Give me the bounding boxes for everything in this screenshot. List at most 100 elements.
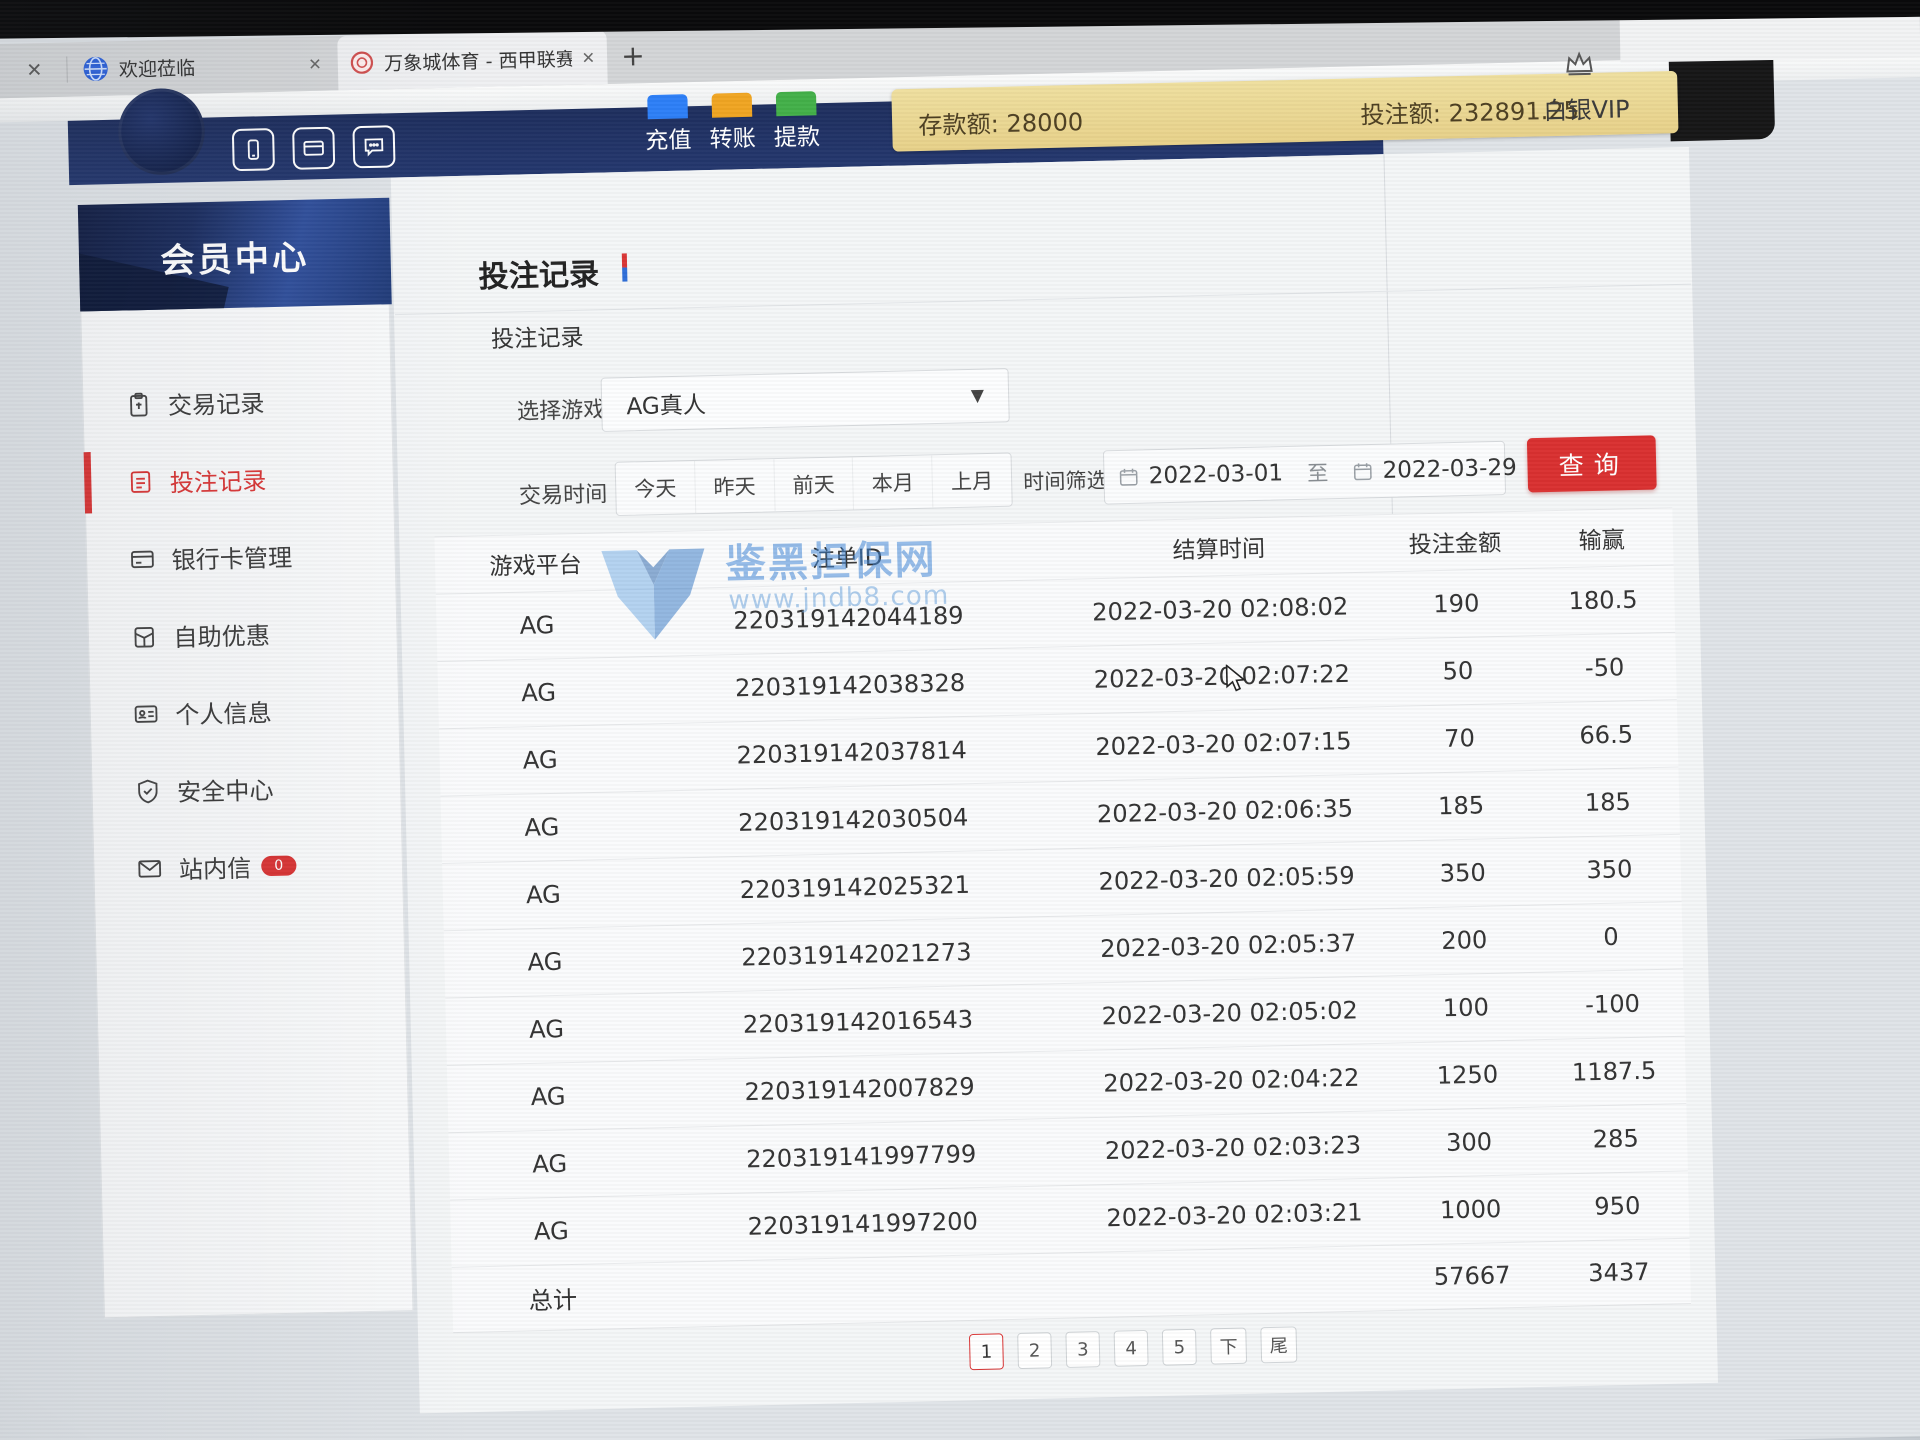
- nav-transfer[interactable]: 转账: [702, 92, 762, 154]
- quick-date-button[interactable]: 本月: [853, 455, 933, 509]
- cell-platform: AG: [436, 609, 638, 642]
- page-button[interactable]: 5: [1162, 1329, 1197, 1366]
- cell-bet-id: 220319142037814: [640, 734, 1063, 772]
- cell-bet-amount: 350: [1387, 857, 1538, 889]
- cell-settle-time: 2022-03-20 02:04:22: [1070, 1063, 1392, 1099]
- page-title: 投注记录: [478, 249, 600, 296]
- sidebar-item-transactions[interactable]: 交易记录: [83, 360, 392, 445]
- cell-winloss: 185: [1536, 787, 1679, 818]
- id-card-icon: [133, 700, 160, 727]
- cell-bet-id: 220319142021273: [645, 936, 1068, 974]
- sidebar-item-bet-records[interactable]: 投注记录: [84, 437, 393, 522]
- sidebar-menu: 交易记录 投注记录 银行卡管理: [83, 360, 403, 909]
- mobile-app-button[interactable]: [232, 128, 275, 171]
- time-filter-label: 交易时间: [518, 476, 607, 510]
- new-tab-button[interactable]: +: [621, 29, 646, 84]
- tab-label: 万象城体育 - 西甲联赛及意甲罗: [384, 44, 572, 76]
- sidebar-item-profile[interactable]: 个人信息: [90, 669, 399, 754]
- cell-bet-id: 220319142038328: [639, 666, 1062, 704]
- close-icon[interactable]: ✕: [308, 54, 322, 73]
- col-bet-amount: 投注金额: [1379, 523, 1531, 561]
- date-to-input[interactable]: 2022-03-29: [1382, 455, 1517, 484]
- cell-settle-time: 2022-03-20 02:07:22: [1061, 659, 1383, 695]
- quick-date-button[interactable]: 昨天: [695, 459, 775, 513]
- cell-bet-id: 220319141997799: [650, 1138, 1073, 1176]
- quick-date-button[interactable]: 今天: [616, 461, 696, 515]
- game-select-label: 选择游戏: [517, 392, 606, 426]
- cell-platform: AG: [444, 946, 646, 979]
- bank-card-icon: [129, 546, 156, 573]
- clipboard-icon: [125, 391, 152, 418]
- pagination: 12345下尾: [969, 1326, 1297, 1370]
- cell-settle-time: 2022-03-20 02:03:21: [1073, 1197, 1395, 1233]
- cell-platform: AG: [443, 878, 645, 911]
- cell-bet-id: 220319142016543: [647, 1003, 1070, 1041]
- close-icon[interactable]: ✕: [581, 48, 595, 67]
- cell-winloss: -50: [1533, 652, 1676, 683]
- deposit-amount: 存款额: 28000: [918, 102, 1084, 141]
- browser-window: ✕ 欢迎莅临 ✕ 万象城体育 - 西甲联赛及意甲罗 ✕ +: [0, 0, 1920, 1440]
- cell-bet-id: 220319142030504: [642, 801, 1065, 839]
- sidebar-item-label: 投注记录: [169, 461, 266, 498]
- sidebar-item-messages[interactable]: 站内信 0: [94, 824, 403, 909]
- mouse-cursor: [1225, 664, 1252, 699]
- cell-winloss: 66.5: [1535, 719, 1678, 750]
- page-button[interactable]: 1: [969, 1333, 1004, 1370]
- col-platform: 游戏平台: [435, 544, 637, 583]
- sidebar-item-label: 安全中心: [177, 770, 274, 807]
- card-button[interactable]: [292, 127, 335, 170]
- service-chat-button[interactable]: [352, 125, 395, 168]
- sidebar-item-promotions[interactable]: 自助优惠: [88, 592, 397, 677]
- query-button[interactable]: 查询: [1527, 435, 1657, 492]
- nav-withdraw[interactable]: 提款: [767, 91, 827, 153]
- table-body: AG 220319142044189 2022-03-20 02:08:02 1…: [436, 566, 1690, 1268]
- page-button[interactable]: 3: [1065, 1331, 1100, 1368]
- page-button[interactable]: 4: [1114, 1330, 1149, 1367]
- cell-bet-id: 220319141997200: [651, 1205, 1074, 1243]
- nav-label: 充值: [645, 120, 692, 155]
- quick-date-button[interactable]: 上月: [932, 453, 1011, 507]
- cell-bet-id: 220319142044189: [637, 599, 1060, 637]
- cell-settle-time: 2022-03-20 02:05:02: [1069, 995, 1391, 1031]
- sidebar-banner: 会员中心: [78, 198, 392, 312]
- cell-bet-amount: 190: [1381, 588, 1532, 620]
- page-button[interactable]: 2: [1017, 1332, 1052, 1369]
- cell-winloss: 1187.5: [1542, 1056, 1685, 1087]
- cell-platform: AG: [438, 676, 640, 709]
- cell-settle-time: 2022-03-20 02:07:15: [1062, 726, 1384, 762]
- nav-label: 提款: [773, 117, 820, 152]
- document-icon: [127, 468, 154, 495]
- quick-date-group: 今天昨天前天本月上月: [615, 452, 1013, 516]
- cell-bet-amount: 100: [1390, 992, 1541, 1024]
- calendar-icon: [1352, 461, 1373, 482]
- cell-winloss: -100: [1541, 989, 1684, 1020]
- nav-tab-color: [711, 93, 752, 118]
- bank-card-icon: [302, 137, 325, 160]
- nav-recharge[interactable]: 充值: [638, 94, 698, 156]
- page-button[interactable]: 下: [1210, 1328, 1247, 1365]
- tab-welcome[interactable]: 欢迎莅临 ✕: [70, 36, 335, 96]
- close-icon[interactable]: ✕: [26, 43, 43, 98]
- cell-bet-amount: 50: [1382, 655, 1533, 687]
- game-select[interactable]: AG真人 ▼: [601, 368, 1010, 432]
- cell-platform: AG: [446, 1013, 648, 1046]
- quick-date-button[interactable]: 前天: [774, 457, 854, 511]
- sidebar-item-security[interactable]: 安全中心: [92, 746, 401, 831]
- cell-bet-amount: 185: [1385, 790, 1536, 822]
- tab-sports-active[interactable]: 万象城体育 - 西甲联赛及意甲罗 ✕: [337, 30, 608, 91]
- nav-label: 转账: [709, 119, 756, 154]
- cell-platform: AG: [447, 1080, 649, 1113]
- cell-winloss: 180.5: [1531, 585, 1674, 616]
- cell-settle-time: 2022-03-20 02:08:02: [1059, 592, 1381, 628]
- col-settle-time: 结算时间: [1058, 526, 1380, 568]
- page-button[interactable]: 尾: [1260, 1326, 1297, 1363]
- vip-level[interactable]: 白银VIP: [1543, 89, 1630, 126]
- cell-winloss: 950: [1546, 1190, 1689, 1221]
- date-from-input[interactable]: 2022-03-01: [1148, 460, 1283, 489]
- sidebar-item-bank-cards[interactable]: 银行卡管理: [86, 514, 395, 599]
- crown-icon: [1562, 51, 1597, 82]
- cell-winloss: 285: [1544, 1123, 1687, 1154]
- col-bet-id: 注单ID: [636, 534, 1059, 578]
- nav-tab-color: [647, 94, 688, 119]
- sidebar-item-label: 站内信: [178, 848, 251, 885]
